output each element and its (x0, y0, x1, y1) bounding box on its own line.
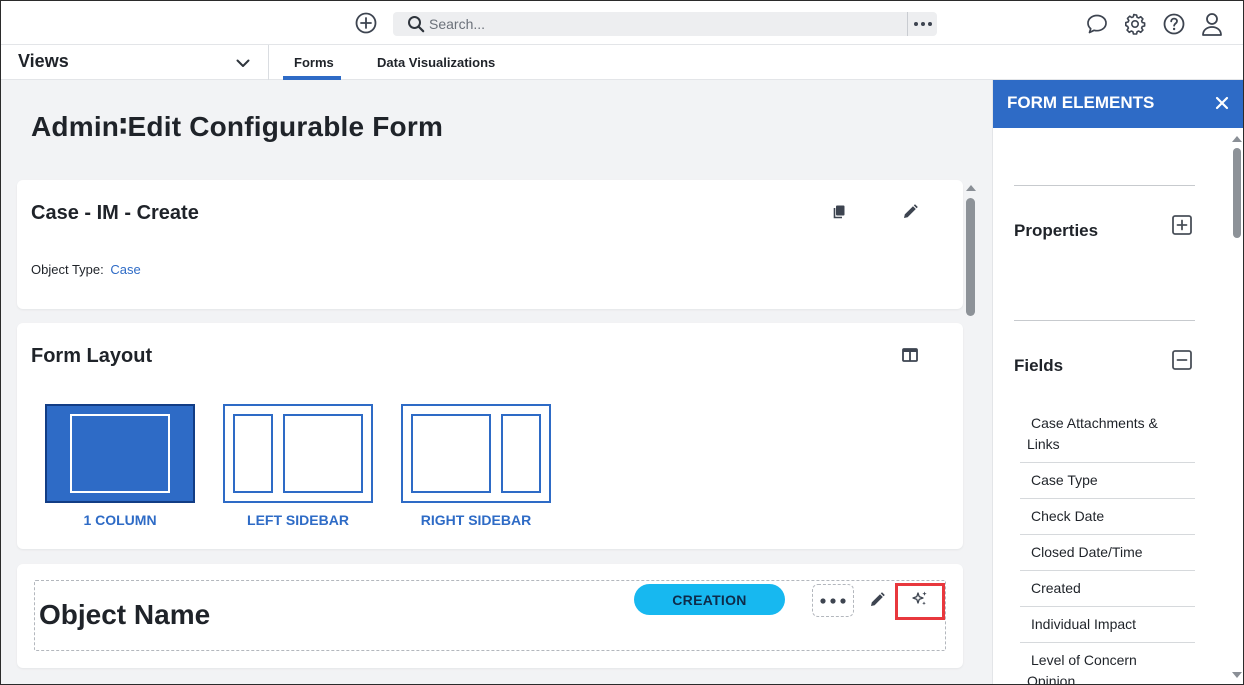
panel-header: FORM ELEMENTS (993, 80, 1243, 128)
chevron-down-icon[interactable] (234, 54, 252, 72)
sparkle-icon (911, 590, 929, 613)
layout-preview-column (70, 414, 170, 493)
form-info-card: Case - IM - Create Object Type: Case (17, 180, 963, 309)
layout-option-1-column[interactable] (45, 404, 195, 503)
field-item[interactable]: Check Date (1020, 499, 1195, 535)
form-elements-panel: FORM ELEMENTS Properties Fields Case Att… (992, 80, 1243, 684)
field-item[interactable]: Case Attachments & Links (1020, 406, 1195, 463)
search-input[interactable] (429, 13, 899, 35)
edit-pencil-icon[interactable] (868, 591, 886, 609)
page-title: Admin∶Edit Configurable Form (31, 111, 444, 142)
form-title: Case - IM - Create (31, 202, 199, 224)
field-item[interactable]: Case Type (1020, 463, 1195, 499)
layout-label-1-column[interactable]: 1 COLUMN (45, 512, 195, 528)
edit-pencil-icon[interactable] (901, 203, 919, 221)
field-list: Case Attachments & Links Case Type Check… (1020, 406, 1195, 684)
field-item[interactable]: Created (1020, 571, 1195, 607)
views-dropdown[interactable]: Views (1, 45, 269, 80)
creation-badge[interactable]: CREATION (634, 584, 785, 615)
form-layout-card: Form Layout 1 COLUMN LEFT SIDEBAR RIGHT … (17, 323, 963, 549)
search-bar[interactable] (393, 12, 937, 36)
field-item[interactable]: Closed Date/Time (1020, 535, 1195, 571)
form-section-card: Object Name CREATION (17, 564, 963, 668)
panel-title: FORM ELEMENTS (1007, 93, 1155, 112)
field-item[interactable]: Individual Impact (1020, 607, 1195, 643)
divider (1014, 185, 1195, 186)
sparkle-button[interactable] (895, 583, 945, 620)
layout-label-left-sidebar[interactable]: LEFT SIDEBAR (223, 512, 373, 528)
add-circle-icon[interactable] (353, 10, 379, 36)
properties-title: Properties (1014, 221, 1099, 240)
layout-preview-content (411, 414, 491, 493)
nav-bar: Views Forms Data Visualizations (1, 45, 1243, 80)
search-options-icon[interactable] (907, 12, 937, 36)
gear-icon[interactable] (1123, 12, 1147, 36)
scroll-up-arrow[interactable] (1232, 136, 1242, 142)
layout-option-right-sidebar[interactable] (401, 404, 551, 503)
section-more-button[interactable] (812, 584, 854, 617)
object-type: Object Type: Case (31, 262, 141, 277)
collapse-minus-icon[interactable] (1171, 349, 1193, 371)
fields-title: Fields (1014, 356, 1064, 375)
views-label: Views (18, 51, 69, 71)
main-content: Admin∶Edit Configurable Form Case - IM -… (1, 80, 992, 684)
layout-option-left-sidebar[interactable] (223, 404, 373, 503)
help-icon[interactable] (1162, 12, 1186, 36)
field-item[interactable]: Level of Concern Opinion (1020, 643, 1195, 684)
object-type-link[interactable]: Case (110, 262, 140, 277)
tab-forms[interactable]: Forms (294, 55, 334, 70)
layout-preview-content (283, 414, 363, 493)
user-icon[interactable] (1200, 11, 1224, 37)
top-bar (1, 1, 1243, 45)
form-layout-title: Form Layout (31, 345, 153, 367)
layout-label-right-sidebar[interactable]: RIGHT SIDEBAR (401, 512, 551, 528)
search-icon (405, 13, 427, 35)
panel-scrollbar[interactable] (1231, 128, 1243, 684)
layout-columns-icon[interactable] (901, 347, 919, 363)
scroll-thumb[interactable] (966, 198, 975, 316)
scroll-down-arrow[interactable] (1232, 672, 1242, 678)
main-scrollbar[interactable] (965, 180, 977, 680)
section-title: Object Name (39, 599, 211, 630)
layout-preview-sidebar (501, 414, 541, 493)
object-type-label: Object Type: (31, 262, 104, 277)
layout-preview-sidebar (233, 414, 273, 493)
expand-plus-icon[interactable] (1171, 214, 1193, 236)
chat-icon[interactable] (1085, 12, 1109, 36)
divider (1014, 320, 1195, 321)
form-section[interactable]: Object Name CREATION (34, 580, 946, 651)
scroll-thumb[interactable] (1233, 148, 1241, 238)
tab-data-visualizations[interactable]: Data Visualizations (377, 55, 495, 70)
close-icon[interactable] (1213, 94, 1231, 112)
copy-icon[interactable] (831, 204, 847, 220)
scroll-up-arrow[interactable] (966, 185, 976, 191)
